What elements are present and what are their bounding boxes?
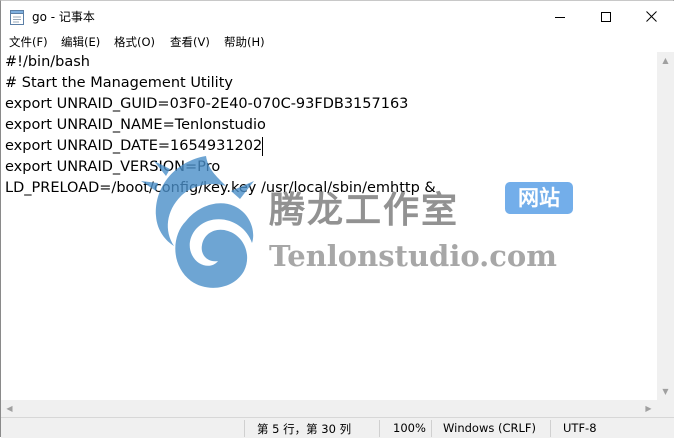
text-caret xyxy=(262,137,264,156)
menu-file[interactable]: 文件(F) xyxy=(9,34,48,50)
vertical-scrollbar[interactable]: ▲ ▼ xyxy=(657,52,674,400)
scroll-up-icon[interactable]: ▲ xyxy=(657,52,674,69)
editor-line: export UNRAID_DATE=1654931202 xyxy=(5,138,263,154)
scrollbar-corner xyxy=(657,400,674,417)
menu-view[interactable]: 查看(V) xyxy=(170,34,210,50)
editor-line: export UNRAID_GUID=03F0-2E40-070C-93FDB3… xyxy=(5,96,409,112)
watermark-english-text: Tenlonstudio.com xyxy=(269,239,557,273)
editor-line: export UNRAID_NAME=Tenlonstudio xyxy=(5,117,266,133)
status-bar: 第 5 行，第 30 列 100% Windows (CRLF) UTF-8 xyxy=(1,417,674,438)
notepad-app-icon xyxy=(10,9,24,25)
status-encoding: UTF-8 xyxy=(563,421,597,435)
editor-line: #!/bin/bash xyxy=(5,54,90,70)
menu-format[interactable]: 格式(O) xyxy=(114,34,155,50)
horizontal-scrollbar[interactable]: ◀ ▶ xyxy=(1,400,657,417)
close-icon xyxy=(645,11,657,22)
menu-help[interactable]: 帮助(H) xyxy=(224,34,265,50)
status-divider xyxy=(431,420,432,437)
status-cursor-position: 第 5 行，第 30 列 xyxy=(257,422,352,436)
menu-bar: 文件(F) 编辑(E) 格式(O) 查看(V) 帮助(H) xyxy=(1,32,674,52)
status-line-ending: Windows (CRLF) xyxy=(443,421,537,435)
editor-line: export UNRAID_VERSION=Pro xyxy=(5,159,221,175)
title-bar[interactable]: go - 记事本 xyxy=(1,1,674,32)
minimize-icon xyxy=(555,12,565,22)
close-button[interactable] xyxy=(628,1,674,32)
scroll-right-icon[interactable]: ▶ xyxy=(640,400,657,417)
notepad-window: go - 记事本 文件(F) 编辑(E) 格式(O) 查看(V) 帮助(H) #… xyxy=(0,0,674,438)
status-divider xyxy=(550,420,551,437)
menu-edit[interactable]: 编辑(E) xyxy=(61,34,100,50)
scroll-down-icon[interactable]: ▼ xyxy=(657,383,674,400)
scroll-left-icon[interactable]: ◀ xyxy=(1,400,18,417)
window-title: go - 记事本 xyxy=(32,10,95,24)
maximize-button[interactable] xyxy=(583,1,629,32)
watermark-chinese-text: 腾龙工作室 xyxy=(269,189,460,231)
status-divider xyxy=(379,420,380,437)
minimize-button[interactable] xyxy=(537,1,583,32)
editor-line: # Start the Management Utility xyxy=(5,75,233,91)
watermark-badge: 网站 xyxy=(505,182,573,214)
maximize-icon xyxy=(601,11,611,22)
status-divider xyxy=(244,420,245,437)
status-zoom: 100% xyxy=(393,421,426,435)
